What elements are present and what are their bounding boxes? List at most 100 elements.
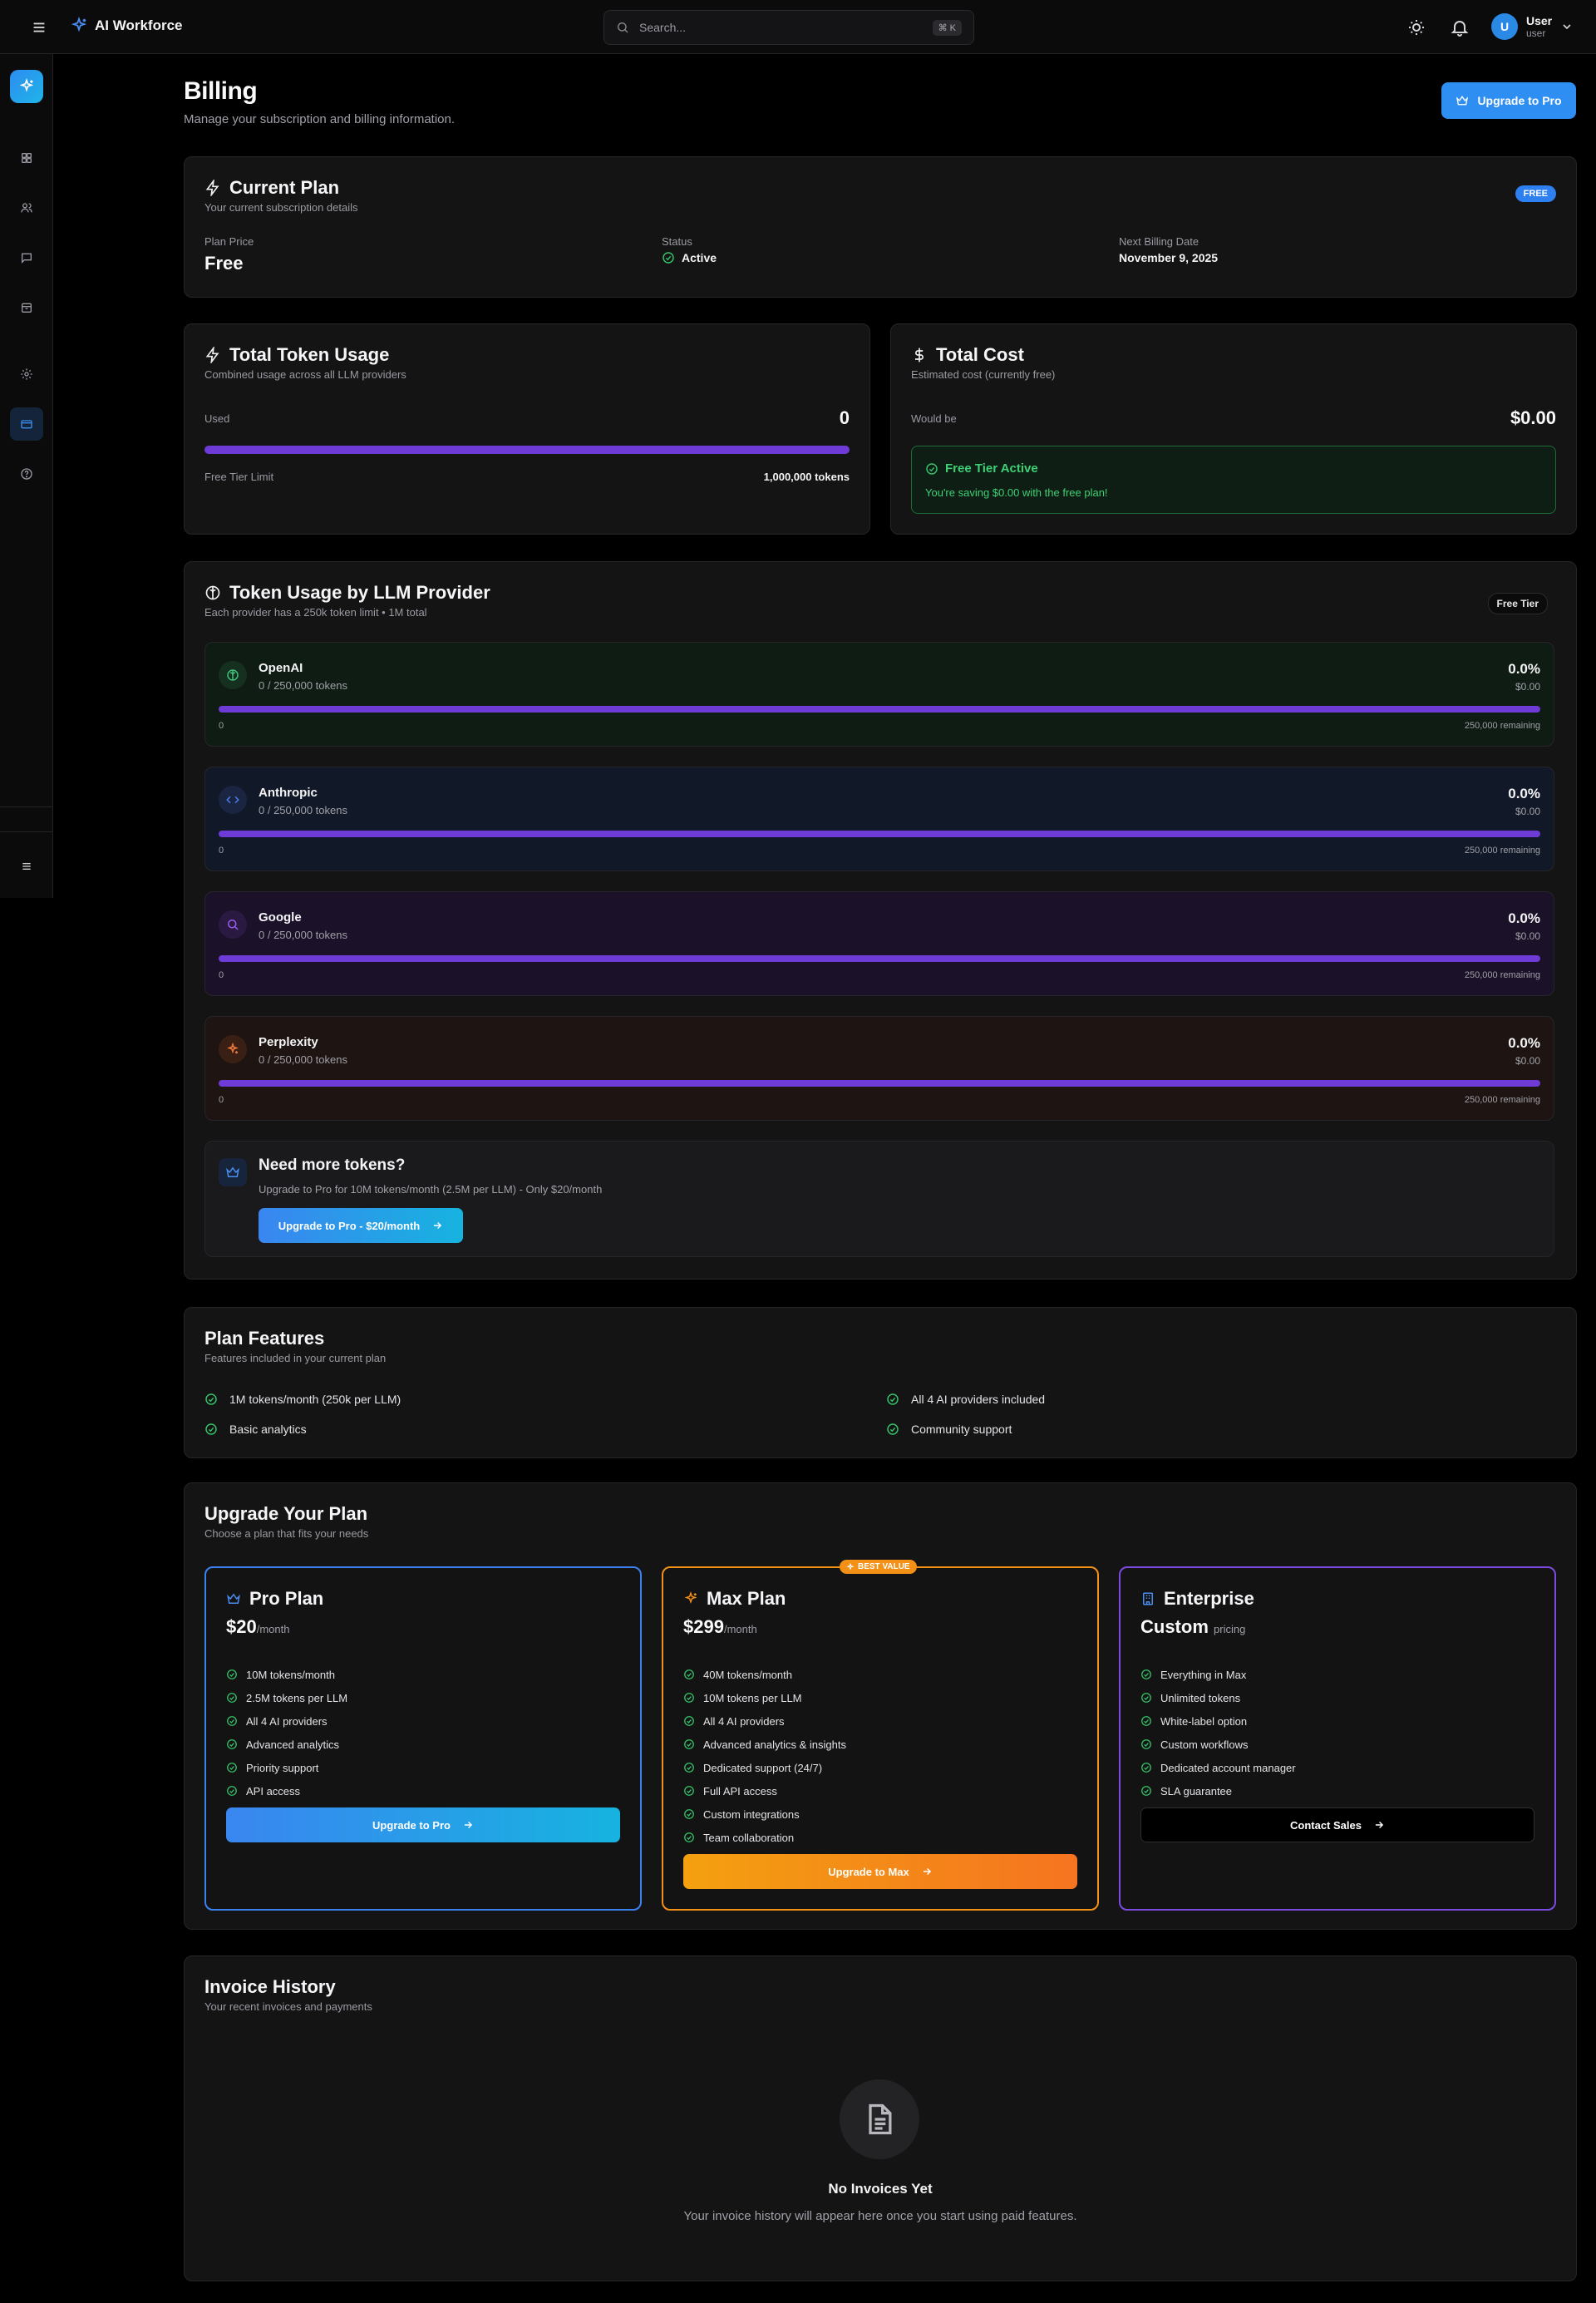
check-circle-icon	[1140, 1738, 1152, 1750]
plan-badge: FREE	[1515, 185, 1556, 202]
plan-name: Pro Plan	[249, 1588, 324, 1609]
check-circle-icon	[226, 1715, 238, 1727]
plan-feature: Full API access	[683, 1779, 846, 1802]
plan-price: $299	[683, 1616, 724, 1637]
plan-price-value: Free	[204, 253, 244, 274]
provider-percent: 0.0%	[1508, 910, 1540, 926]
button-label: Upgrade to Max	[828, 1865, 909, 1878]
plan-feature: API access	[226, 1779, 347, 1802]
sidebar-logo-sparkles-icon[interactable]	[10, 70, 43, 103]
plan-feature: Priority support	[226, 1756, 347, 1779]
token-usage-subtitle: Combined usage across all LLM providers	[204, 368, 406, 381]
provider-cost: $0.00	[1515, 681, 1540, 693]
plan-feature: Advanced analytics & insights	[683, 1733, 846, 1756]
plan-feature-text: Full API access	[703, 1784, 777, 1798]
avatar: U	[1491, 13, 1518, 40]
plan-feature-text: Custom workflows	[1160, 1738, 1249, 1751]
arrow-right-icon	[921, 1866, 933, 1877]
provider-remaining: 250,000 remaining	[1464, 970, 1540, 980]
provider-tokens: 0 / 250,000 tokens	[259, 804, 347, 816]
brand[interactable]: AI Workforce	[70, 17, 183, 35]
plan-period: pricing	[1214, 1623, 1246, 1635]
sidebar-help-icon[interactable]	[10, 457, 43, 491]
user-role: user	[1526, 27, 1546, 39]
plan-feature-text: All 4 AI providers	[703, 1714, 785, 1728]
search-box[interactable]: Search... ⌘ K	[603, 10, 974, 45]
page-title: Billing	[184, 77, 258, 105]
plan-feature-text: SLA guarantee	[1160, 1784, 1233, 1798]
plan-feature-text: Advanced analytics & insights	[703, 1738, 846, 1751]
sidebar-package-icon[interactable]	[10, 291, 43, 324]
plan-feature-text: Dedicated account manager	[1160, 1761, 1296, 1774]
plan-feature: 2.5M tokens per LLM	[226, 1686, 347, 1709]
arrow-right-icon	[1373, 1819, 1385, 1831]
crown-icon	[226, 1591, 241, 1606]
plan-price-label: Plan Price	[204, 235, 254, 248]
plan-feature-list: 10M tokens/month 2.5M tokens per LLM All…	[226, 1663, 347, 1802]
provider-name: OpenAI	[259, 661, 303, 675]
bell-icon[interactable]	[1450, 17, 1470, 37]
check-circle-icon	[683, 1832, 695, 1843]
sidebar-collapse-menu-icon[interactable]	[10, 850, 43, 883]
check-circle-icon	[662, 251, 675, 264]
current-plan-title: Current Plan	[229, 177, 340, 198]
user-menu[interactable]: U User user	[1491, 13, 1574, 40]
free-tier-title: Free Tier Active	[945, 461, 1038, 476]
provider-row-openai: OpenAI 0 / 250,000 tokens 0.0% $0.00 0 2…	[204, 642, 1554, 747]
token-usage-progress-bar	[204, 446, 850, 454]
feature-text: 1M tokens/month (250k per LLM)	[229, 1393, 401, 1406]
check-circle-icon	[886, 1423, 899, 1436]
plan-feature-text: 40M tokens/month	[703, 1668, 792, 1681]
feature-item: Basic analytics	[204, 1423, 307, 1436]
provider-min-label: 0	[219, 846, 224, 856]
upgrade-to-pro-button[interactable]: Upgrade to Pro	[1441, 82, 1576, 119]
plan-feature: White-label option	[1140, 1709, 1296, 1733]
plan-feature-text: Priority support	[246, 1761, 319, 1774]
arrow-right-icon	[431, 1220, 443, 1231]
provider-remaining: 250,000 remaining	[1464, 1095, 1540, 1105]
upgrade-to-pro-plan-button[interactable]: Upgrade to Pro	[226, 1807, 620, 1842]
plan-feature: Advanced analytics	[226, 1733, 347, 1756]
plan-feature: 10M tokens per LLM	[683, 1686, 846, 1709]
check-circle-icon	[1140, 1692, 1152, 1704]
total-cost-card: Total Cost Estimated cost (currently fre…	[890, 323, 1577, 535]
sidebar-billing-card-icon[interactable]	[10, 407, 43, 441]
sidebar-users-icon[interactable]	[10, 191, 43, 224]
total-cost-subtitle: Estimated cost (currently free)	[911, 368, 1056, 381]
menu-icon[interactable]	[30, 18, 48, 37]
plan-feature-text: 2.5M tokens per LLM	[246, 1691, 348, 1704]
provider-progress-bar	[219, 955, 1540, 962]
plan-name: Max Plan	[707, 1588, 786, 1609]
zap-icon	[204, 180, 221, 196]
plan-feature-text: White-label option	[1160, 1714, 1248, 1728]
sidebar-chat-icon[interactable]	[10, 241, 43, 274]
check-circle-icon	[226, 1738, 238, 1750]
current-plan-title-row: Current Plan	[204, 177, 358, 199]
check-circle-icon	[683, 1762, 695, 1773]
sidebar-dashboard-icon[interactable]	[10, 141, 43, 175]
used-value: 0	[839, 407, 850, 428]
provider-percent: 0.0%	[1508, 661, 1540, 677]
check-circle-icon	[886, 1393, 899, 1406]
plan-features-title: Plan Features	[204, 1328, 325, 1349]
used-label: Used	[204, 412, 230, 425]
search-input[interactable]: Search...	[639, 21, 923, 34]
invoice-history-card: Invoice History Your recent invoices and…	[184, 1955, 1577, 2281]
file-text-icon	[840, 2079, 919, 2159]
contact-sales-button[interactable]: Contact Sales	[1140, 1807, 1534, 1842]
max-plan-card: BEST VALUE Max Plan $299/month 40M token…	[662, 1560, 1099, 1911]
chevron-down-icon	[1560, 20, 1574, 33]
plan-feature-text: Team collaboration	[703, 1831, 795, 1844]
upgrade-to-max-button[interactable]: Upgrade to Max	[683, 1854, 1077, 1889]
check-circle-icon	[1140, 1762, 1152, 1773]
search-icon	[219, 910, 247, 939]
pro-plan-card: Pro Plan $20/month 10M tokens/month 2.5M…	[204, 1566, 642, 1911]
plan-feature-text: 10M tokens per LLM	[703, 1691, 802, 1704]
provider-remaining: 250,000 remaining	[1464, 846, 1540, 856]
sidebar-settings-icon[interactable]	[10, 358, 43, 391]
check-circle-icon	[1140, 1715, 1152, 1727]
upgrade-pro-monthly-button[interactable]: Upgrade to Pro - $20/month	[259, 1208, 463, 1243]
would-be-label: Would be	[911, 412, 957, 425]
theme-toggle-sun-icon[interactable]	[1406, 17, 1426, 37]
plan-feature: Dedicated account manager	[1140, 1756, 1296, 1779]
